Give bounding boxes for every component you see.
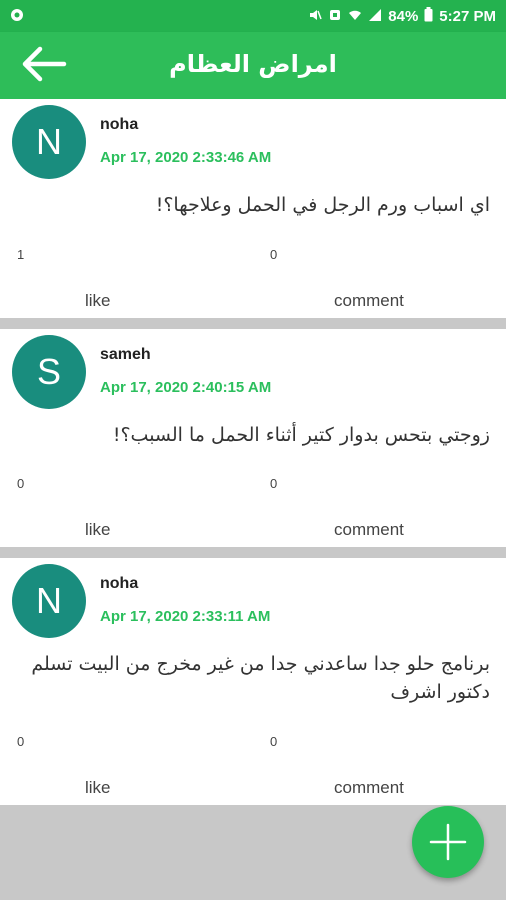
signal-icon xyxy=(368,8,382,25)
like-button[interactable]: like xyxy=(85,291,111,311)
avatar[interactable]: S xyxy=(12,335,86,409)
battery-icon xyxy=(424,7,433,25)
status-right: 84% 5:27 PM xyxy=(308,7,496,25)
post-card[interactable]: S sameh Apr 17, 2020 2:40:15 AM زوجتي بت… xyxy=(0,329,506,547)
like-count: 0 xyxy=(17,476,25,491)
post-timestamp: Apr 17, 2020 2:33:46 AM xyxy=(100,149,272,166)
post-timestamp: Apr 17, 2020 2:40:15 AM xyxy=(100,379,272,396)
post-timestamp: Apr 17, 2020 2:33:11 AM xyxy=(100,608,271,625)
avatar[interactable]: N xyxy=(12,105,86,179)
comment-count: 0 xyxy=(270,734,278,749)
like-count: 0 xyxy=(17,734,25,749)
status-left xyxy=(10,8,24,25)
post-card[interactable]: N noha Apr 17, 2020 2:33:11 AM برنامج حل… xyxy=(0,558,506,805)
plus-icon xyxy=(429,823,467,861)
post-card[interactable]: N noha Apr 17, 2020 2:33:46 AM اي اسباب … xyxy=(0,99,506,318)
post-username: noha xyxy=(100,116,139,133)
comment-count: 0 xyxy=(270,476,278,491)
comment-button[interactable]: comment xyxy=(334,291,404,311)
post-text: برنامج حلو جدا ساعدني جدا من غير مخرج من… xyxy=(31,653,490,703)
post-text: زوجتي بتحس بدوار كتير أثناء الحمل ما الس… xyxy=(112,424,490,446)
mute-icon xyxy=(308,8,322,25)
notification-icon xyxy=(10,8,24,25)
comment-count: 0 xyxy=(270,247,278,262)
clock: 5:27 PM xyxy=(439,7,496,25)
app-bar: امراض العظام xyxy=(0,32,506,99)
battery-percent: 84% xyxy=(388,7,419,25)
status-bar: 84% 5:27 PM xyxy=(0,0,506,32)
page-title: امراض العظام xyxy=(169,50,337,78)
wifi-icon xyxy=(348,8,362,25)
add-post-button[interactable] xyxy=(412,806,484,878)
post-text: اي اسباب ورم الرجل في الحمل وعلاجها؟! xyxy=(155,194,490,216)
post-username: sameh xyxy=(100,346,151,363)
comment-button[interactable]: comment xyxy=(334,778,404,798)
avatar[interactable]: N xyxy=(12,564,86,638)
like-button[interactable]: like xyxy=(85,778,111,798)
alarm-icon xyxy=(328,8,342,25)
comment-button[interactable]: comment xyxy=(334,520,404,540)
like-button[interactable]: like xyxy=(85,520,111,540)
like-count: 1 xyxy=(17,247,25,262)
post-username: noha xyxy=(100,575,139,592)
